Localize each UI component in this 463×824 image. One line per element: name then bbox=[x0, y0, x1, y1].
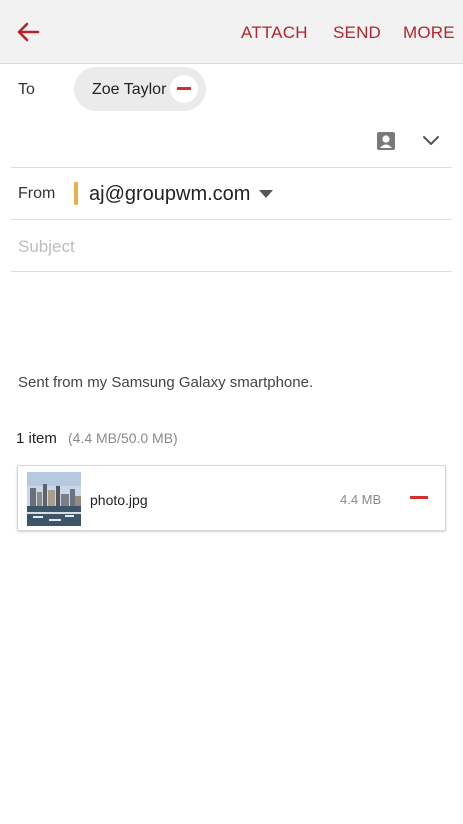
arrow-left-icon[interactable] bbox=[14, 20, 42, 44]
subject-input[interactable] bbox=[18, 235, 438, 259]
attachment-file-size: 4.4 MB bbox=[340, 492, 382, 507]
more-button[interactable]: MORE bbox=[403, 23, 455, 43]
attachment-size-total: (4.4 MB/50.0 MB) bbox=[68, 430, 178, 446]
from-account[interactable]: aj@groupwm.com bbox=[89, 183, 250, 206]
minus-icon[interactable] bbox=[410, 496, 428, 499]
recipient-chip[interactable]: Zoe Taylor bbox=[74, 67, 206, 111]
contact-book-icon[interactable] bbox=[376, 131, 396, 151]
account-color-bar bbox=[74, 182, 78, 205]
compose-toolbar: ATTACH SEND MORE bbox=[0, 0, 463, 64]
minus-circle-icon[interactable] bbox=[170, 75, 198, 103]
message-body[interactable]: Sent from my Samsung Galaxy smartphone. bbox=[18, 374, 313, 391]
divider bbox=[11, 167, 452, 168]
send-button[interactable]: SEND bbox=[333, 23, 381, 43]
attachment-item[interactable]: photo.jpg 4.4 MB bbox=[17, 465, 446, 531]
attachment-file-name: photo.jpg bbox=[90, 492, 148, 508]
attach-button[interactable]: ATTACH bbox=[241, 23, 308, 43]
attachment-count: 1 item bbox=[16, 430, 57, 447]
divider bbox=[11, 271, 452, 272]
photo-thumbnail bbox=[27, 472, 81, 526]
triangle-down-icon[interactable] bbox=[258, 189, 274, 199]
from-label: From bbox=[18, 185, 56, 202]
to-label: To bbox=[18, 81, 35, 98]
chevron-down-icon[interactable] bbox=[422, 134, 440, 146]
divider bbox=[11, 219, 452, 220]
recipient-name: Zoe Taylor bbox=[92, 81, 167, 98]
